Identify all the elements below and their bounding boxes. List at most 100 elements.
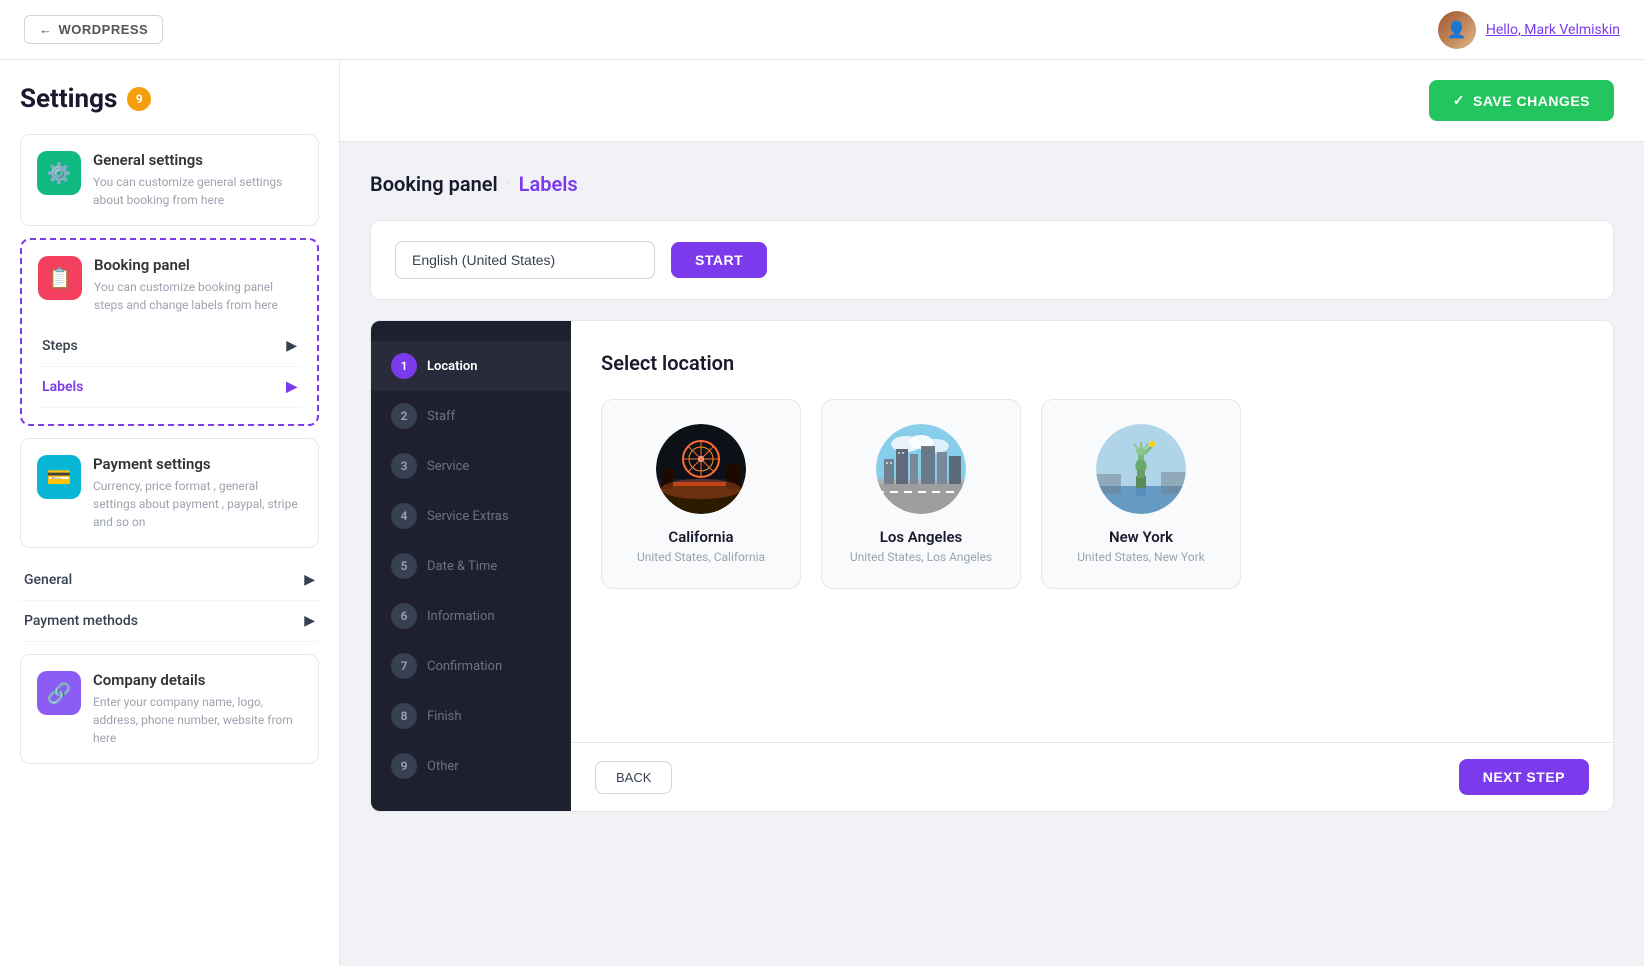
payment-methods-chevron-icon: ▶ xyxy=(304,613,315,629)
general-settings-icon: ⚙️ xyxy=(37,151,81,195)
breadcrumb-parent: Booking panel xyxy=(370,172,498,196)
steps-panel: 1 Location 2 Staff 3 Service 4 Service E… xyxy=(371,321,571,811)
step-num-9: 9 xyxy=(391,753,417,779)
topbar: ← WORDPRESS 👤 Hello, Mark Velmiskin xyxy=(0,0,1644,60)
step-item-finish[interactable]: 8 Finish xyxy=(371,691,571,741)
step-num-8: 8 xyxy=(391,703,417,729)
start-button[interactable]: START xyxy=(671,242,767,278)
step-label-location: Location xyxy=(427,359,478,374)
step-label-finish: Finish xyxy=(427,709,462,724)
location-card-new-york[interactable]: New York United States, New York xyxy=(1041,399,1241,589)
sidebar-card-booking-panel[interactable]: 📋 Booking panel You can customize bookin… xyxy=(20,238,319,426)
step-label-confirmation: Confirmation xyxy=(427,659,502,674)
general-label: General xyxy=(24,572,72,588)
labels-chevron-icon: ▶ xyxy=(286,379,297,395)
steps-expandable[interactable]: Steps ▶ xyxy=(38,326,301,367)
california-image xyxy=(656,424,746,514)
back-button[interactable]: BACK xyxy=(595,761,672,794)
step-label-service-extras: Service Extras xyxy=(427,509,509,524)
labels-expandable[interactable]: Labels ▶ xyxy=(38,367,301,408)
step-num-2: 2 xyxy=(391,403,417,429)
breadcrumb-current: Labels xyxy=(519,172,578,196)
next-step-button[interactable]: NEXT STEP xyxy=(1459,759,1589,795)
newyork-sub: United States, New York xyxy=(1062,550,1220,564)
general-chevron-icon: ▶ xyxy=(304,572,315,588)
step-item-service[interactable]: 3 Service xyxy=(371,441,571,491)
steps-chevron-icon: ▶ xyxy=(286,338,297,354)
losangeles-sub: United States, Los Angeles xyxy=(842,550,1000,564)
company-details-icon: 🔗 xyxy=(37,671,81,715)
step-item-information[interactable]: 6 Information xyxy=(371,591,571,641)
step-item-date-time[interactable]: 5 Date & Time xyxy=(371,541,571,591)
user-name[interactable]: Hello, Mark Velmiskin xyxy=(1486,22,1620,38)
step-label-service: Service xyxy=(427,459,469,474)
company-details-title: Company details xyxy=(93,671,302,689)
general-expandable[interactable]: General ▶ xyxy=(20,560,319,601)
california-name: California xyxy=(622,528,780,546)
steps-label: Steps xyxy=(42,338,78,354)
language-row: English (United States) START xyxy=(370,220,1614,300)
step-label-other: Other xyxy=(427,759,459,774)
payment-methods-expandable[interactable]: Payment methods ▶ xyxy=(20,601,319,642)
save-changes-button[interactable]: ✓ SAVE CHANGES xyxy=(1429,80,1614,121)
topbar-left: ← WORDPRESS xyxy=(24,15,163,44)
location-content: Select location xyxy=(571,321,1613,742)
labels-label: Labels xyxy=(42,379,83,395)
topbar-right: 👤 Hello, Mark Velmiskin xyxy=(1438,11,1620,49)
back-arrow-icon: ← xyxy=(39,22,53,37)
main-content: ✓ SAVE CHANGES Booking panel · Labels En… xyxy=(340,60,1644,966)
location-cards: California United States, California xyxy=(601,399,1583,589)
step-num-7: 7 xyxy=(391,653,417,679)
sidebar-title: Settings 9 xyxy=(20,84,319,114)
step-item-location[interactable]: 1 Location xyxy=(371,341,571,391)
location-card-los-angeles[interactable]: Los Angeles United States, Los Angeles xyxy=(821,399,1021,589)
avatar: 👤 xyxy=(1438,11,1476,49)
step-label-date-time: Date & Time xyxy=(427,559,497,574)
notification-badge: 9 xyxy=(127,87,151,111)
layout: Settings 9 ⚙️ General settings You can c… xyxy=(0,60,1644,966)
main-header: ✓ SAVE CHANGES xyxy=(340,60,1644,142)
booking-preview: 1 Location 2 Staff 3 Service 4 Service E… xyxy=(370,320,1614,812)
payment-settings-icon: 💳 xyxy=(37,455,81,499)
step-item-staff[interactable]: 2 Staff xyxy=(371,391,571,441)
location-title: Select location xyxy=(601,351,1583,375)
booking-panel-icon: 📋 xyxy=(38,256,82,300)
sidebar-card-payment-settings[interactable]: 💳 Payment settings Currency, price forma… xyxy=(20,438,319,548)
sidebar-card-company-details[interactable]: 🔗 Company details Enter your company nam… xyxy=(20,654,319,764)
step-num-4: 4 xyxy=(391,503,417,529)
general-settings-title: General settings xyxy=(93,151,302,169)
step-item-other[interactable]: 9 Other xyxy=(371,741,571,791)
step-num-1: 1 xyxy=(391,353,417,379)
step-item-confirmation[interactable]: 7 Confirmation xyxy=(371,641,571,691)
location-panel: Select location xyxy=(571,321,1613,811)
booking-footer: BACK NEXT STEP xyxy=(571,742,1613,811)
company-details-desc: Enter your company name, logo, address, … xyxy=(93,693,302,747)
step-num-6: 6 xyxy=(391,603,417,629)
sidebar-card-general-settings[interactable]: ⚙️ General settings You can customize ge… xyxy=(20,134,319,226)
location-card-california[interactable]: California United States, California xyxy=(601,399,801,589)
payment-settings-title: Payment settings xyxy=(93,455,302,473)
losangeles-image xyxy=(876,424,966,514)
newyork-name: New York xyxy=(1062,528,1220,546)
step-label-information: Information xyxy=(427,609,495,624)
step-label-staff: Staff xyxy=(427,409,455,424)
step-item-service-extras[interactable]: 4 Service Extras xyxy=(371,491,571,541)
breadcrumb: Booking panel · Labels xyxy=(370,172,1614,196)
payment-methods-label: Payment methods xyxy=(24,613,138,629)
booking-panel-title: Booking panel xyxy=(94,256,301,274)
settings-title: Settings xyxy=(20,84,117,114)
general-settings-desc: You can customize general settings about… xyxy=(93,173,302,209)
wordpress-back-button[interactable]: ← WORDPRESS xyxy=(24,15,163,44)
payment-settings-desc: Currency, price format , general setting… xyxy=(93,477,302,531)
language-select[interactable]: English (United States) xyxy=(395,241,655,279)
content-area: Booking panel · Labels English (United S… xyxy=(340,142,1644,842)
step-num-5: 5 xyxy=(391,553,417,579)
checkmark-icon: ✓ xyxy=(1453,92,1465,109)
breadcrumb-separator: · xyxy=(506,172,511,196)
newyork-image xyxy=(1096,424,1186,514)
booking-panel-desc: You can customize booking panel steps an… xyxy=(94,278,301,314)
sidebar: Settings 9 ⚙️ General settings You can c… xyxy=(0,60,340,966)
wordpress-label: WORDPRESS xyxy=(59,22,149,37)
california-sub: United States, California xyxy=(622,550,780,564)
save-changes-label: SAVE CHANGES xyxy=(1473,93,1590,109)
